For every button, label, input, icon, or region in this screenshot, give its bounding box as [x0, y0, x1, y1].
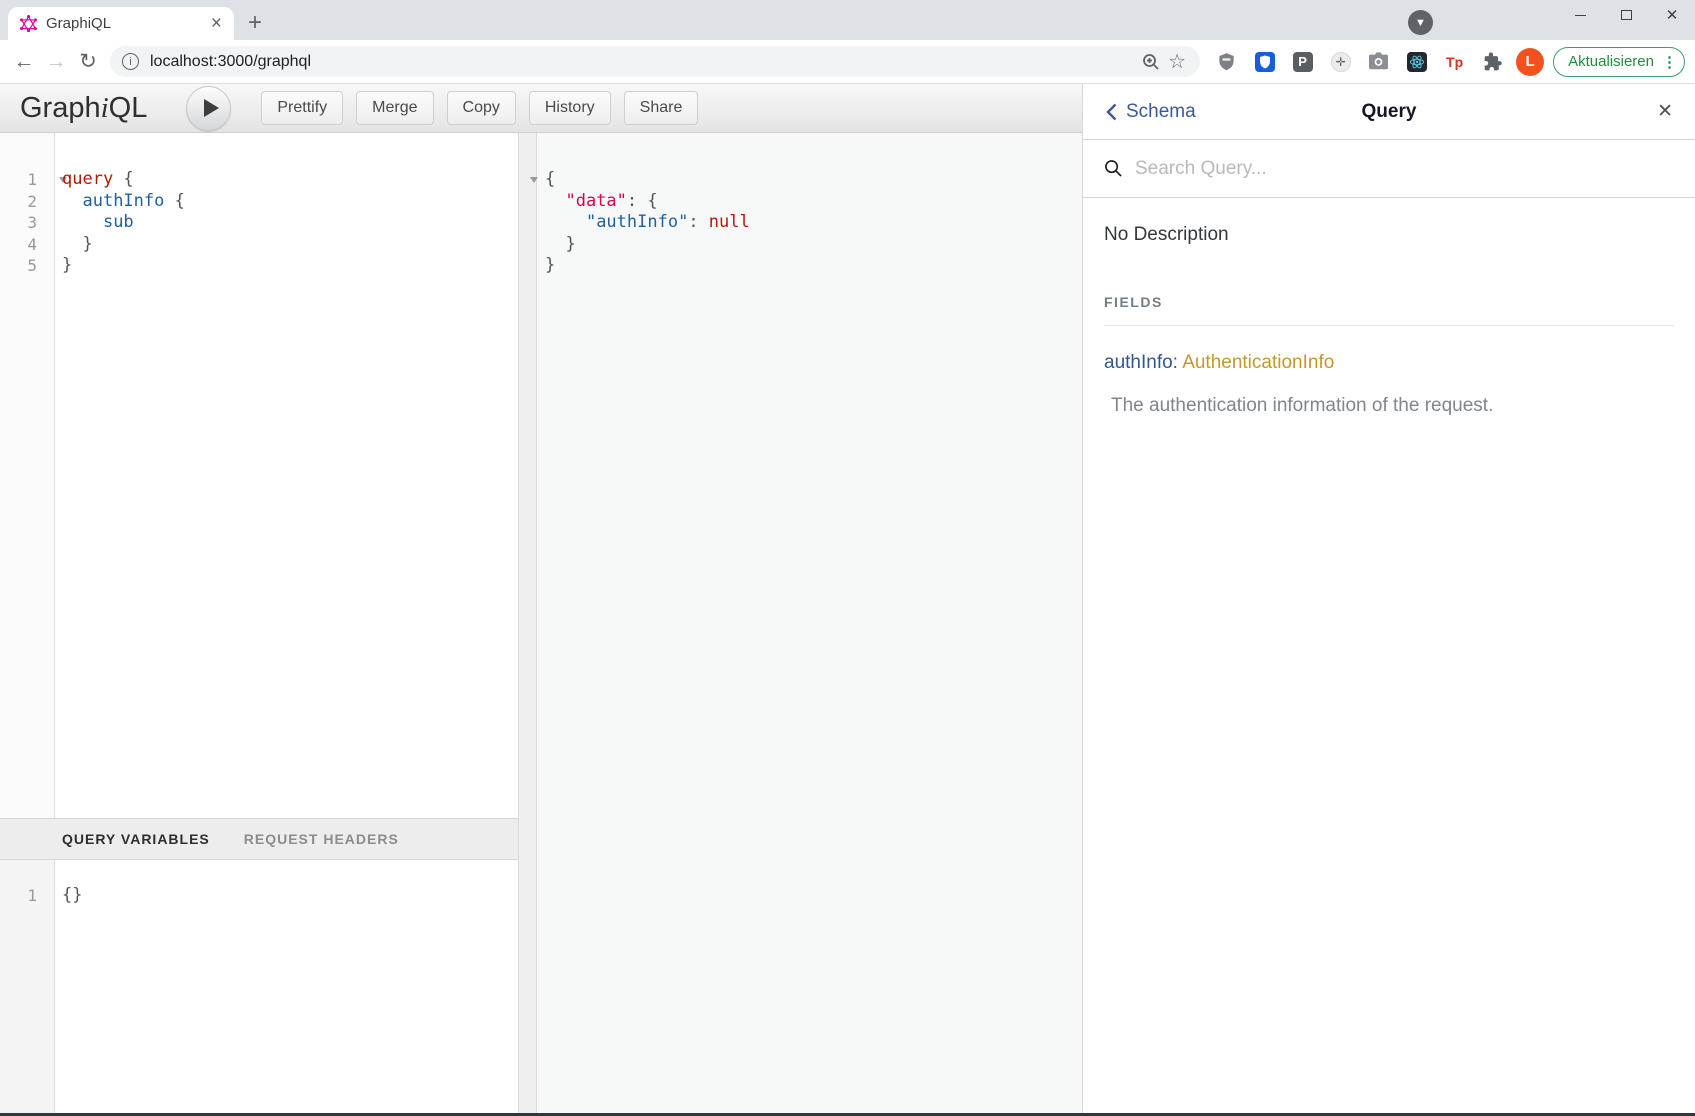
extensions-puzzle-icon[interactable]: [1478, 47, 1507, 76]
chrome-menu-icon[interactable]: ⋮: [1662, 53, 1676, 71]
history-button[interactable]: History: [529, 91, 611, 125]
browser-navbar: ← → ↻ i ☆ P ✛: [0, 40, 1695, 84]
graphiql-main: GraphiQL Prettify Merge Copy History Sha…: [0, 84, 1082, 1113]
zoom-icon[interactable]: [1138, 49, 1164, 75]
graphiql-logo: GraphiQL: [20, 92, 147, 125]
new-tab-button[interactable]: +: [240, 8, 270, 38]
bitwarden-icon[interactable]: [1250, 47, 1279, 76]
tab-close-icon[interactable]: ×: [209, 14, 224, 33]
pane-resize-divider[interactable]: [518, 133, 537, 1113]
browser-window: GraphiQL × + ▼ ✕ ← → ↻ i ☆: [0, 0, 1695, 1116]
back-button[interactable]: ←: [8, 46, 40, 78]
window-controls: ✕: [1557, 0, 1695, 30]
merge-button[interactable]: Merge: [356, 91, 433, 125]
doc-explorer-header: Schema Query ✕: [1083, 84, 1695, 140]
tab-strip: GraphiQL × + ▼ ✕: [0, 0, 1695, 40]
tp-extension-icon[interactable]: Tp: [1440, 47, 1469, 76]
update-browser-button[interactable]: Aktualisieren ⋮: [1553, 47, 1685, 77]
doc-content: No Description FIELDS authInfo: Authenti…: [1083, 198, 1695, 443]
query-pane: 1 2 3 4 5 query { authInfo { sub }} QUERY VA…: [0, 133, 518, 1113]
forward-button[interactable]: →: [40, 46, 72, 78]
line-number: 3: [27, 213, 37, 232]
page-info-icon[interactable]: i: [122, 53, 139, 70]
variables-line-numbers-gutter: 1: [0, 860, 55, 1113]
p-extension-icon[interactable]: P: [1288, 47, 1317, 76]
url-input[interactable]: [150, 53, 1138, 71]
variables-editor[interactable]: {}: [55, 860, 518, 1113]
prettify-button[interactable]: Prettify: [261, 91, 343, 125]
query-editor-wrap: 1 2 3 4 5 query { authInfo { sub }}: [0, 133, 518, 818]
editors-area: 1 2 3 4 5 query { authInfo { sub }} QUERY VA…: [0, 133, 1082, 1113]
line-number: 1: [27, 886, 37, 905]
fields-heading: FIELDS: [1104, 294, 1674, 326]
graphiql-app: GraphiQL Prettify Merge Copy History Sha…: [0, 84, 1695, 1113]
reload-button[interactable]: ↻: [72, 46, 104, 78]
adblock-shield-icon[interactable]: [1212, 47, 1241, 76]
camera-extension-icon[interactable]: [1364, 47, 1393, 76]
extensions-row: P ✛ Tp: [1212, 47, 1507, 76]
update-label: Aktualisieren: [1568, 53, 1654, 70]
window-close-button[interactable]: ✕: [1649, 0, 1695, 30]
doc-search-input[interactable]: [1135, 158, 1674, 180]
window-maximize-button[interactable]: [1603, 0, 1649, 30]
query-editor[interactable]: query { authInfo { sub }}: [55, 133, 518, 818]
dots-extension-icon[interactable]: ✛: [1326, 47, 1355, 76]
doc-search-row: [1083, 140, 1695, 198]
minimize-icon: [1575, 15, 1586, 16]
field-row: authInfo: AuthenticationInfo: [1104, 352, 1674, 374]
tab-query-variables[interactable]: QUERY VARIABLES: [62, 831, 210, 847]
doc-explorer-panel: Schema Query ✕ No Description FIELDS aut…: [1082, 84, 1695, 1113]
tab-request-headers[interactable]: REQUEST HEADERS: [244, 831, 399, 847]
field-type-link[interactable]: AuthenticationInfo: [1182, 352, 1334, 373]
doc-close-icon[interactable]: ✕: [1657, 100, 1673, 123]
maximize-icon: [1621, 10, 1632, 20]
doc-title: Query: [1083, 101, 1695, 123]
window-minimize-button[interactable]: [1557, 0, 1603, 30]
react-devtools-icon[interactable]: [1402, 47, 1431, 76]
variables-editor-wrap: 1 {}: [0, 860, 518, 1113]
browser-tab[interactable]: GraphiQL ×: [8, 7, 234, 40]
line-number: 4: [27, 235, 37, 254]
variables-tab-bar: QUERY VARIABLES REQUEST HEADERS: [0, 818, 518, 860]
field-description: The authentication information of the re…: [1111, 395, 1674, 417]
bookmark-star-icon[interactable]: ☆: [1164, 49, 1190, 75]
result-pane: { "data": { "authInfo": null }}: [537, 133, 1082, 1113]
play-icon: [204, 99, 219, 117]
line-number: 2: [27, 192, 37, 211]
search-icon: [1104, 159, 1123, 178]
copy-button[interactable]: Copy: [447, 91, 516, 125]
query-line-numbers-gutter: 1 2 3 4 5: [0, 133, 55, 818]
execute-query-button[interactable]: [186, 86, 231, 131]
tab-title: GraphiQL: [46, 15, 209, 32]
fold-toggle-icon[interactable]: [530, 177, 538, 183]
result-viewer[interactable]: { "data": { "authInfo": null }}: [537, 133, 1082, 277]
share-button[interactable]: Share: [624, 91, 699, 125]
line-number: 1: [27, 170, 37, 189]
profile-avatar[interactable]: L: [1516, 48, 1544, 76]
field-name-link[interactable]: authInfo: [1104, 352, 1173, 373]
line-number: 5: [27, 256, 37, 275]
type-description: No Description: [1104, 224, 1674, 246]
address-bar[interactable]: i ☆: [110, 46, 1200, 77]
graphiql-toolbar: GraphiQL Prettify Merge Copy History Sha…: [0, 84, 1082, 133]
field-colon: :: [1173, 352, 1183, 373]
graphql-favicon-icon: [20, 15, 37, 32]
chrome-status-caret-icon[interactable]: ▼: [1408, 10, 1433, 35]
